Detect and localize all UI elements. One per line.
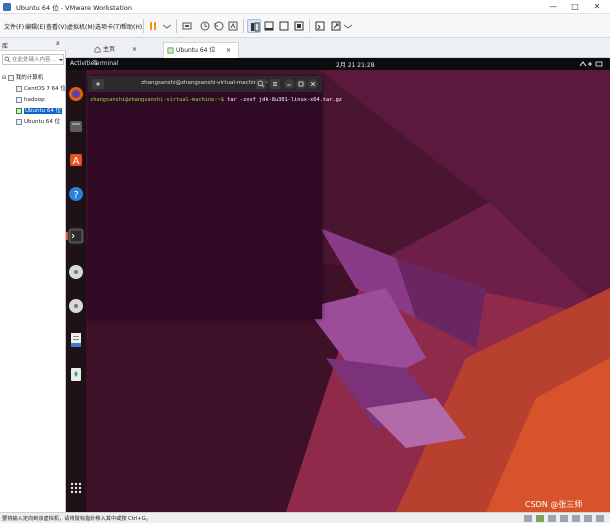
send-keys-icon[interactable] [180,19,194,33]
status-bar: 要将输入定向到该虚拟机，请将鼠标指针移入其中或按 Ctrl+G。 CSDN @张… [0,500,610,523]
tree-item-hadoop[interactable]: hadoop [0,95,66,105]
software-icon[interactable]: A [68,152,84,168]
help-icon[interactable]: ? [68,186,84,202]
tree-item-ubuntu-selected[interactable]: Ubuntu 64 位 [0,106,66,116]
vm-icon [16,118,22,125]
full-screen-icon[interactable] [277,19,291,33]
pause-icon[interactable] [146,19,160,33]
disc-icon[interactable] [68,298,84,314]
library-search[interactable] [2,54,64,65]
maximize-icon[interactable] [296,79,306,89]
vmware-app-icon [3,3,11,11]
chevron-down-icon[interactable] [58,57,64,63]
tab-home-label: 主页 [103,46,116,53]
menu-edit[interactable]: 编辑(E) [25,22,45,31]
tree-root-my-computer[interactable]: ⊟ 我的计算机 [0,73,66,83]
library-view-icon[interactable] [247,19,261,33]
terminal-window[interactable]: zhangsanshi@zhangsanshi-virtual-machine:… [88,76,342,319]
close-button[interactable]: ✕ [586,0,608,14]
minimize-icon[interactable] [284,79,294,89]
snapshot-icon[interactable] [198,19,212,33]
library-header: 库 x [0,38,66,51]
active-app-label[interactable]: Terminal [93,60,118,67]
clock[interactable]: 2月 21 21:28 [336,60,375,69]
window-title: Ubuntu 64 位 - VMware Workstation [16,4,132,12]
trash-icon[interactable] [68,366,84,382]
home-icon [94,46,101,53]
tree-item-ubuntu[interactable]: Ubuntu 64 位 [0,117,66,127]
toolbar-separator [176,19,177,33]
device-status-icons[interactable] [522,514,608,523]
ubuntu-dock: A ? [66,70,86,512]
tab-home[interactable]: 主页 × [91,42,143,58]
menu-tabs[interactable]: 选项卡(T) [95,22,121,31]
hamburger-menu-icon[interactable] [270,79,280,89]
vm-display[interactable]: Activities Terminal 2月 21 21:28 A ? zhan… [66,58,610,512]
running-indicator [66,232,68,240]
library-close-button[interactable]: x [56,40,60,47]
menu-bar: 文件(F) 编辑(E) 查看(V) 虚拟机(M) 选项卡(T) 帮助(H) [0,14,610,38]
terminal-prompt: zhangsanshi@zhangsanshi-virtual-machine:… [90,97,224,103]
search-icon[interactable] [256,79,266,89]
dropdown-arrow-icon[interactable] [160,19,174,33]
toolbar-separator [143,19,144,33]
watermark: CSDN @张三师 [525,500,583,509]
minimize-button[interactable]: — [542,0,564,14]
tab-ubuntu-label: Ubuntu 64 位 [176,47,216,54]
library-title: 库 [2,43,9,50]
tab-bar: 主页 × Ubuntu 64 位 × [66,38,610,58]
menu-vm[interactable]: 虚拟机(M) [67,22,95,31]
firefox-icon[interactable] [68,86,84,102]
menu-help[interactable]: 帮助(H) [121,22,142,31]
title-bar: Ubuntu 64 位 - VMware Workstation — □ ✕ [0,0,610,14]
status-text: 要将输入定向到该虚拟机，请将鼠标指针移入其中或按 Ctrl+G。 [2,516,151,522]
tab-ubuntu[interactable]: Ubuntu 64 位 × [163,42,239,58]
dropdown-arrow-icon[interactable] [341,19,355,33]
terminal-command-line[interactable]: zhangsanshi@zhangsanshi-virtual-machine:… [90,97,342,103]
terminal-icon[interactable] [68,228,84,244]
close-icon[interactable]: × [132,42,137,57]
snapshot-restore-icon[interactable] [212,19,226,33]
vm-icon [16,96,22,103]
text-editor-icon[interactable] [68,332,84,348]
toolbar-separator [309,19,310,33]
disc-icon[interactable] [68,264,84,280]
svg-text:?: ? [73,190,78,201]
library-panel: 库 x ⊟ 我的计算机 CentOS 7 64 位 hadoop Ubuntu … [0,38,66,512]
computer-icon [7,74,14,81]
tree-item-centos[interactable]: CentOS 7 64 位 [0,84,66,94]
toolbar-separator [243,19,244,33]
system-tray-icon[interactable] [578,60,606,68]
show-apps-icon[interactable] [68,480,84,496]
terminal-header: zhangsanshi@zhangsanshi-virtual-machine:… [88,76,322,92]
menu-view[interactable]: 查看(V) [46,22,67,31]
vm-icon [16,85,22,92]
search-icon [4,56,11,63]
terminal-command: tar -zxvf jdk-8u301-linux-x64.tar.gz [223,97,342,103]
maximize-button[interactable]: □ [564,0,586,14]
vm-tab-icon [167,47,174,54]
gnome-top-bar: Activities Terminal 2月 21 21:28 [66,58,610,70]
console-icon[interactable] [313,19,327,33]
menu-file[interactable]: 文件(F) [4,22,24,31]
svg-text:A: A [73,156,80,167]
snapshot-manager-icon[interactable] [226,19,240,33]
library-search-input[interactable] [12,55,56,64]
thumbnail-view-icon[interactable] [262,19,276,33]
close-icon[interactable]: × [226,43,231,58]
files-icon[interactable] [68,118,84,134]
vm-running-icon [16,107,22,114]
close-icon[interactable] [308,79,318,89]
unity-mode-icon[interactable] [292,19,306,33]
